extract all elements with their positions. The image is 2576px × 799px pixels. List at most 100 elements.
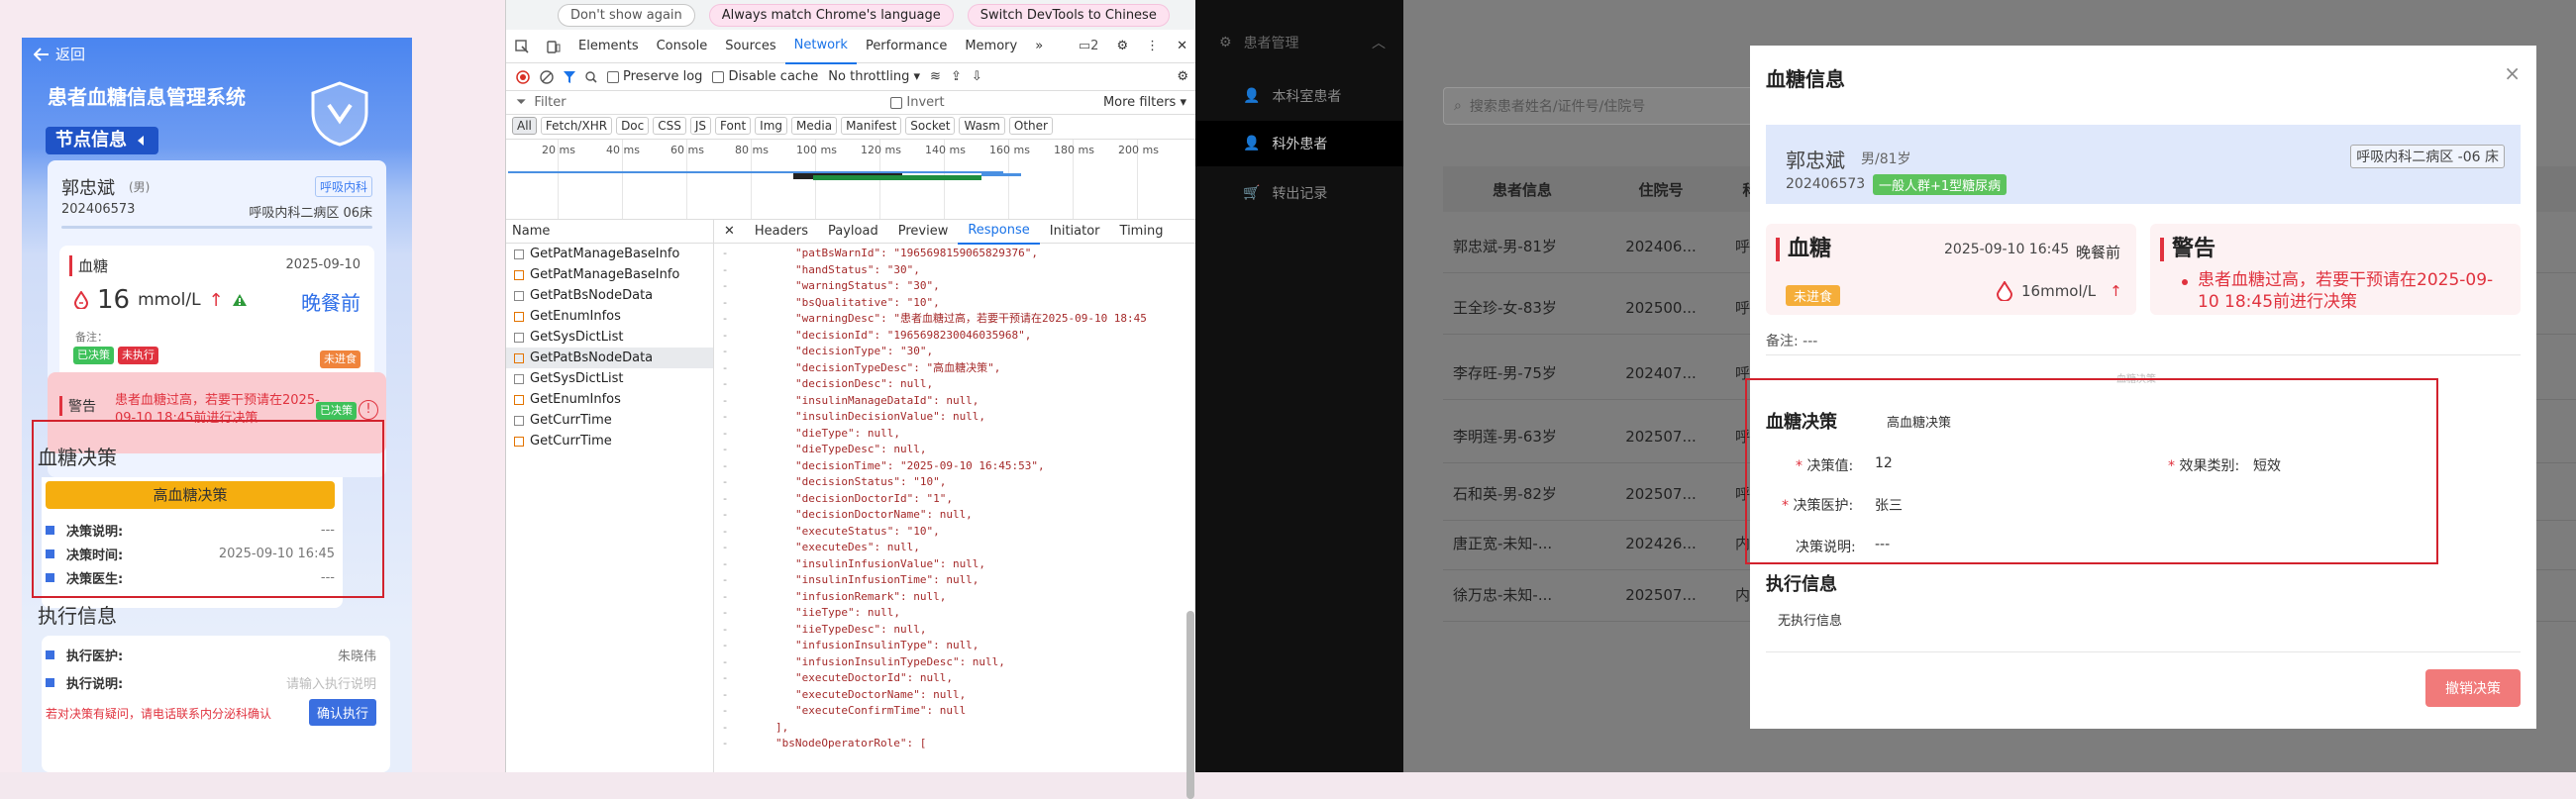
row-key: 执行说明: xyxy=(66,677,124,692)
filter-input[interactable]: Filter xyxy=(534,95,890,110)
back-button[interactable]: 返回 xyxy=(34,44,85,64)
more-tabs-icon[interactable]: » xyxy=(1026,30,1052,63)
invert-checkbox[interactable]: Invert xyxy=(890,95,945,110)
type-media[interactable]: Media xyxy=(791,117,838,135)
request-name: GetCurrTime xyxy=(530,413,612,428)
tab-elements[interactable]: Elements xyxy=(569,30,648,63)
upload-icon[interactable]: ⇪ xyxy=(951,69,962,84)
tab-initiator[interactable]: Initiator xyxy=(1040,220,1110,244)
preserve-log-checkbox[interactable]: Preserve log xyxy=(607,69,702,84)
match-language-button[interactable]: Always match Chrome's language xyxy=(708,3,954,27)
close-icon[interactable]: ✕ xyxy=(1168,30,1196,63)
issues-badge[interactable]: ▭2 xyxy=(1070,30,1108,63)
tab-headers[interactable]: Headers xyxy=(745,220,818,244)
request-row[interactable]: GetSysDictList xyxy=(506,327,713,348)
fetch-icon xyxy=(514,311,524,322)
filter-funnel-icon[interactable] xyxy=(564,70,575,83)
type-font[interactable]: Font xyxy=(715,117,752,135)
code-text: "infusionInsulinTypeDesc": null, xyxy=(795,654,1005,668)
close-details-icon[interactable]: ✕ xyxy=(714,220,745,244)
scrollbar[interactable] xyxy=(1186,611,1194,799)
type-other[interactable]: Other xyxy=(1008,117,1053,135)
code-line: - "dieTypeDesc": null, xyxy=(714,442,1196,458)
network-timeline[interactable]: 20 ms 40 ms 60 ms 80 ms 100 ms 120 ms 14… xyxy=(506,139,1196,220)
throttling-select[interactable]: No throttling ▾ xyxy=(828,69,920,84)
code-line: - "iieType": null, xyxy=(714,605,1196,622)
name-column-header[interactable]: Name xyxy=(506,220,713,244)
clear-icon[interactable] xyxy=(540,69,554,84)
bg-value-row: 16 mmol/L ↑ xyxy=(73,285,248,315)
type-doc[interactable]: Doc xyxy=(616,117,650,135)
tab-sources[interactable]: Sources xyxy=(716,30,784,63)
network-settings-icon[interactable]: ⚙ xyxy=(1177,69,1188,84)
settings-gear-icon[interactable]: ⚙ xyxy=(1107,30,1137,63)
warning-title: 警告 xyxy=(2160,238,2215,261)
sidebar-item-dept-patients[interactable]: 👤 本科室患者 xyxy=(1195,73,1403,119)
blood-drop-icon xyxy=(1996,281,2013,301)
language-infobar: Don't show again Always match Chrome's l… xyxy=(506,0,1196,30)
tab-network[interactable]: Network xyxy=(784,29,857,64)
code-line: - "decisionTime": "2025-09-10 16:45:53", xyxy=(714,458,1196,475)
dont-show-again-button[interactable]: Don't show again xyxy=(558,3,695,27)
more-filters-dropdown[interactable]: More filters ▾ xyxy=(1103,95,1186,110)
inspect-icon[interactable] xyxy=(506,39,538,53)
type-wasm[interactable]: Wasm xyxy=(959,117,1005,135)
record-icon[interactable] xyxy=(516,69,530,84)
code-line: - "bsQualitative": "10", xyxy=(714,295,1196,312)
request-row[interactable]: GetEnumInfos xyxy=(506,306,713,327)
blood-glucose-card[interactable]: 血糖 2025-09-10 16 mmol/L ↑ 晚餐前 备注： 已决策 未执… xyxy=(59,246,374,390)
exec-desc-input[interactable]: 请输入执行说明 xyxy=(286,673,376,692)
sidebar-item-transfer-records[interactable]: 🛒 转出记录 xyxy=(1195,170,1403,216)
code-text: "insulinInfusionTime": null, xyxy=(795,573,979,586)
line-gutter: - xyxy=(721,491,729,505)
line-gutter: - xyxy=(721,262,729,276)
download-icon[interactable]: ⇩ xyxy=(972,69,982,84)
request-row[interactable]: GetPatManageBaseInfo xyxy=(506,244,713,264)
type-img[interactable]: Img xyxy=(755,117,788,135)
sidebar-item-outside-patients[interactable]: 👤 科外患者 xyxy=(1195,121,1403,166)
wifi-icon[interactable]: ≋ xyxy=(930,69,941,84)
response-code[interactable]: - "patBsWarnId": "1965698159065829376", - "… xyxy=(714,246,1196,772)
tab-memory[interactable]: Memory xyxy=(956,30,1026,63)
close-icon[interactable]: × xyxy=(2504,61,2521,85)
tab-payload[interactable]: Payload xyxy=(818,220,888,244)
request-row[interactable]: GetEnumInfos xyxy=(506,389,713,410)
cell: 202507... xyxy=(1625,585,1697,604)
bg-title: 血糖 xyxy=(69,255,108,276)
code-text: "dieTypeDesc": null, xyxy=(795,443,927,455)
user-icon: 👤 xyxy=(1243,88,1261,104)
type-css[interactable]: CSS xyxy=(653,117,686,135)
tab-preview[interactable]: Preview xyxy=(888,220,959,244)
tab-performance[interactable]: Performance xyxy=(857,30,956,63)
request-row[interactable]: GetCurrTime xyxy=(506,431,713,451)
request-row[interactable]: GetPatBsNodeData xyxy=(506,285,713,306)
type-socket[interactable]: Socket xyxy=(905,117,956,135)
type-all[interactable]: All xyxy=(512,117,537,135)
type-manifest[interactable]: Manifest xyxy=(841,117,902,135)
line-gutter: - xyxy=(721,556,729,570)
search-placeholder: 搜索患者姓名/证件号/住院号 xyxy=(1469,99,1646,115)
revoke-decision-button[interactable]: 撤销决策 xyxy=(2425,669,2521,707)
type-js[interactable]: JS xyxy=(689,117,712,135)
tab-timing[interactable]: Timing xyxy=(1110,220,1174,244)
request-row[interactable]: GetCurrTime xyxy=(506,410,713,431)
disable-cache-checkbox[interactable]: Disable cache xyxy=(712,69,818,84)
type-fetch[interactable]: Fetch/XHR xyxy=(540,117,613,135)
tab-console[interactable]: Console xyxy=(648,30,717,63)
sidebar-label: 本科室患者 xyxy=(1272,89,1342,105)
tab-response[interactable]: Response xyxy=(958,219,1040,245)
request-name: GetCurrTime xyxy=(530,434,612,449)
not-eaten-tag: 未进食 xyxy=(320,350,361,368)
device-toggle-icon[interactable] xyxy=(538,40,569,53)
search-icon[interactable] xyxy=(585,70,597,83)
kebab-menu-icon[interactable]: ⋮ xyxy=(1137,30,1168,63)
request-row-selected[interactable]: GetPatBsNodeData xyxy=(506,348,713,368)
switch-chinese-button[interactable]: Switch DevTools to Chinese xyxy=(967,3,1170,27)
sidebar-item-patient-management[interactable]: ⚙ 患者管理 ︿ xyxy=(1195,20,1403,65)
code-text: "iieTypeDesc": null, xyxy=(795,622,927,636)
mobile-preview: 返回 患者血糖信息管理系统 节点信息 郭忠斌 (男) 呼吸内科 20240657… xyxy=(0,0,505,772)
confirm-exec-button[interactable]: 确认执行 xyxy=(308,699,376,726)
warning-card: 警告 患者血糖过高，若要干预请在2025-09-10 18:45前进行决策 xyxy=(2150,224,2521,315)
request-row[interactable]: GetSysDictList xyxy=(506,368,713,389)
request-row[interactable]: GetPatManageBaseInfo xyxy=(506,264,713,285)
